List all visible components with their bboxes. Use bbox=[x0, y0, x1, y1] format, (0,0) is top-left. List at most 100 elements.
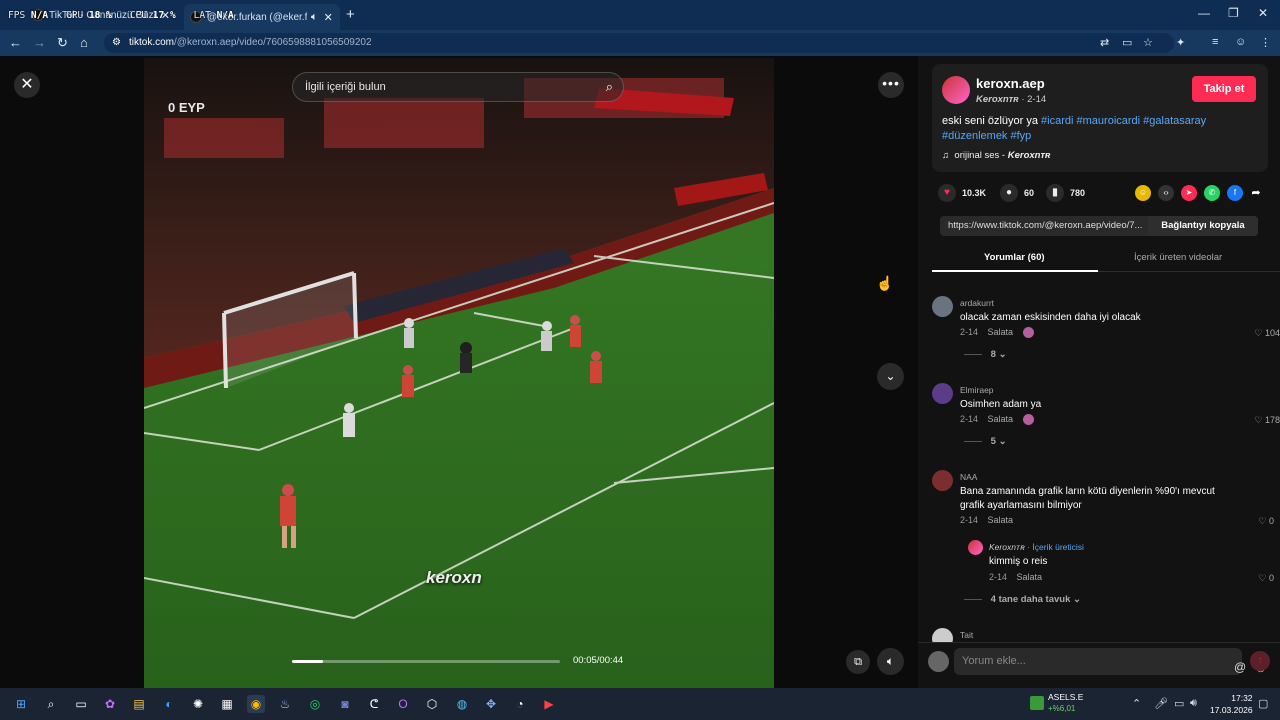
comment-like[interactable]: ♡ 0 bbox=[1258, 516, 1274, 527]
video-player[interactable] bbox=[144, 58, 774, 688]
music-link[interactable]: ♫ orijinal ses - Keroxnᴛʀ bbox=[942, 150, 1050, 161]
discord-icon[interactable]: ◙ bbox=[336, 695, 354, 713]
like-button[interactable]: ♥ 10.3K bbox=[938, 184, 986, 202]
hashtag-link[interactable]: #icardi bbox=[1041, 115, 1073, 127]
volume-button[interactable]: 🔈︎ bbox=[877, 648, 904, 675]
new-tab-button[interactable]: + bbox=[346, 6, 355, 23]
app-icon[interactable]: ᕦ bbox=[365, 695, 383, 713]
menu-kebab-icon[interactable]: ⋮ bbox=[1260, 36, 1271, 49]
home-icon[interactable]: ⌂ bbox=[80, 35, 88, 50]
app-icon[interactable]: ⬡ bbox=[423, 695, 441, 713]
more-options-button[interactable]: ••• bbox=[878, 72, 904, 98]
chevron-up-icon[interactable]: ⌃ bbox=[1132, 697, 1141, 710]
share-link-text[interactable]: https://www.tiktok.com/@keroxn.aep/video… bbox=[948, 220, 1142, 231]
translate-icon[interactable]: ⇄ bbox=[1100, 36, 1109, 49]
send-to-friends-icon[interactable]: ➤ bbox=[1181, 185, 1197, 201]
commenter-avatar[interactable] bbox=[932, 383, 953, 404]
hashtag-link[interactable]: #galatasaray bbox=[1143, 115, 1206, 127]
obs-icon[interactable]: ◔ bbox=[511, 695, 529, 713]
reply-button[interactable]: Salata bbox=[988, 515, 1014, 525]
stock-widget[interactable]: ASELS.E +%6,01 bbox=[1030, 692, 1083, 714]
search-icon[interactable]: ⌕ bbox=[606, 73, 613, 101]
search-icon[interactable]: ⌕ bbox=[42, 695, 60, 713]
follow-button[interactable]: Takip et bbox=[1192, 76, 1256, 102]
hashtag-link[interactable]: #düzenlemek bbox=[942, 130, 1007, 142]
video-progress-bar[interactable] bbox=[292, 660, 560, 663]
close-tab-icon[interactable]: ✕ bbox=[324, 11, 333, 24]
picture-in-picture-button[interactable]: ⧉ bbox=[846, 650, 870, 674]
embed-code-icon[interactable]: ‹› bbox=[1158, 185, 1174, 201]
comment-username[interactable]: Elmiraep bbox=[960, 385, 994, 395]
reply-like[interactable]: ♡ 0 bbox=[1258, 573, 1274, 584]
close-window-icon[interactable]: ✕ bbox=[1258, 6, 1268, 20]
copilot-icon[interactable]: ✿ bbox=[101, 695, 119, 713]
address-bar[interactable]: ⚙ tiktok.com/@keroxn.aep/video/760659888… bbox=[104, 33, 1174, 53]
reply-button[interactable]: Salata bbox=[988, 327, 1014, 337]
save-button[interactable]: ▮ 780 bbox=[1046, 184, 1085, 202]
volume-icon[interactable]: 🔊︎ bbox=[1190, 697, 1197, 710]
mention-icon[interactable]: @ bbox=[1234, 654, 1246, 681]
task-view-icon[interactable]: ▭ bbox=[72, 695, 90, 713]
cast-icon[interactable]: ▭ bbox=[1122, 36, 1132, 49]
chatgpt-icon[interactable]: ✺ bbox=[189, 695, 207, 713]
reply-username[interactable]: Keroxnᴛʀ bbox=[989, 542, 1025, 552]
hashtag-link[interactable]: #fyp bbox=[1011, 130, 1032, 142]
extensions-icon[interactable]: ✦ bbox=[1176, 36, 1185, 49]
creator-username[interactable]: keroxn.aep bbox=[976, 76, 1045, 91]
close-video-button[interactable]: ✕ bbox=[14, 72, 40, 98]
comment-username[interactable]: ardakurrt bbox=[960, 298, 994, 308]
related-content-search[interactable]: İlgili içeriği bulun ⌕ bbox=[292, 72, 624, 102]
commenter-avatar[interactable] bbox=[932, 628, 953, 642]
commenter-avatar[interactable] bbox=[932, 470, 953, 491]
back-arrow-icon[interactable]: ← bbox=[9, 35, 22, 50]
creator-avatar[interactable] bbox=[942, 76, 970, 104]
site-settings-icon[interactable]: ⚙ bbox=[112, 33, 121, 53]
reply-button[interactable]: Salata bbox=[988, 414, 1014, 424]
store-icon[interactable]: ▦ bbox=[218, 695, 236, 713]
friends-share-icon[interactable]: ☺ bbox=[1135, 185, 1151, 201]
spotify-icon[interactable]: ◎ bbox=[306, 695, 324, 713]
microphone-icon[interactable]: 🎤︎ bbox=[1154, 697, 1168, 710]
steam-icon[interactable]: ♨ bbox=[276, 695, 294, 713]
comment-like[interactable]: ♡ 104 bbox=[1254, 328, 1280, 339]
whatsapp-icon[interactable]: ✆ bbox=[1204, 185, 1220, 201]
view-replies-button[interactable]: 8 ⌄ bbox=[964, 349, 1007, 360]
restore-icon[interactable]: ❐ bbox=[1228, 6, 1239, 20]
comment-like[interactable]: ♡ 178 bbox=[1254, 415, 1280, 426]
comment-username[interactable]: NAA bbox=[960, 472, 977, 482]
tab-creator-videos[interactable]: İçerik üreten videolar bbox=[1134, 252, 1222, 263]
forward-arrow-icon[interactable]: → bbox=[33, 35, 46, 50]
comment-input[interactable]: Yorum ekle... @ ☺ bbox=[954, 648, 1267, 675]
edge-icon[interactable]: ◐ bbox=[160, 695, 178, 713]
reload-icon[interactable]: ↻ bbox=[57, 35, 68, 51]
profile-avatar-icon[interactable]: ☺ bbox=[1235, 36, 1246, 48]
creator-avatar[interactable] bbox=[968, 540, 983, 555]
app-icon[interactable]: ✥ bbox=[482, 695, 500, 713]
media-control-icon[interactable]: ≡ bbox=[1212, 36, 1218, 48]
opera-icon[interactable]: O bbox=[394, 695, 412, 713]
windows-start-icon[interactable]: ⊞ bbox=[12, 695, 30, 713]
hashtag-link[interactable]: #mauroicardi bbox=[1077, 115, 1141, 127]
comment-username[interactable]: Tait bbox=[960, 630, 973, 640]
view-replies-button[interactable]: 5 ⌄ bbox=[964, 436, 1007, 447]
share-arrow-icon[interactable]: ➦ bbox=[1248, 185, 1264, 201]
next-video-button[interactable]: ⌄ bbox=[877, 363, 904, 390]
bookmark-star-icon[interactable]: ☆ bbox=[1143, 36, 1153, 49]
view-more-replies-button[interactable]: 4 tane daha tavuk ⌄ bbox=[964, 594, 1081, 605]
comment-button[interactable]: ● 60 bbox=[1000, 184, 1034, 202]
copy-link-button[interactable]: Bağlantıyı kopyala bbox=[1148, 216, 1258, 236]
youtube-icon[interactable]: ▶ bbox=[540, 695, 558, 713]
tab-comments[interactable]: Yorumlar (60) bbox=[984, 252, 1045, 263]
system-clock[interactable]: 17:32 17.03.2026 bbox=[1210, 692, 1253, 716]
file-explorer-icon[interactable]: ▤ bbox=[130, 695, 148, 713]
notification-icon[interactable]: ▢ bbox=[1258, 697, 1268, 710]
speaker-icon[interactable]: 🔈︎ bbox=[311, 11, 318, 24]
chrome-icon[interactable]: ◉ bbox=[247, 695, 265, 713]
reply-button[interactable]: Salata bbox=[1017, 572, 1043, 582]
network-icon[interactable]: ▭ bbox=[1174, 697, 1184, 710]
globe-icon[interactable]: ◍ bbox=[453, 695, 471, 713]
facebook-icon[interactable]: f bbox=[1227, 185, 1243, 201]
minimize-icon[interactable]: — bbox=[1198, 6, 1210, 20]
commenter-avatar[interactable] bbox=[932, 296, 953, 317]
send-comment-button[interactable]: ↑ bbox=[1250, 651, 1270, 671]
